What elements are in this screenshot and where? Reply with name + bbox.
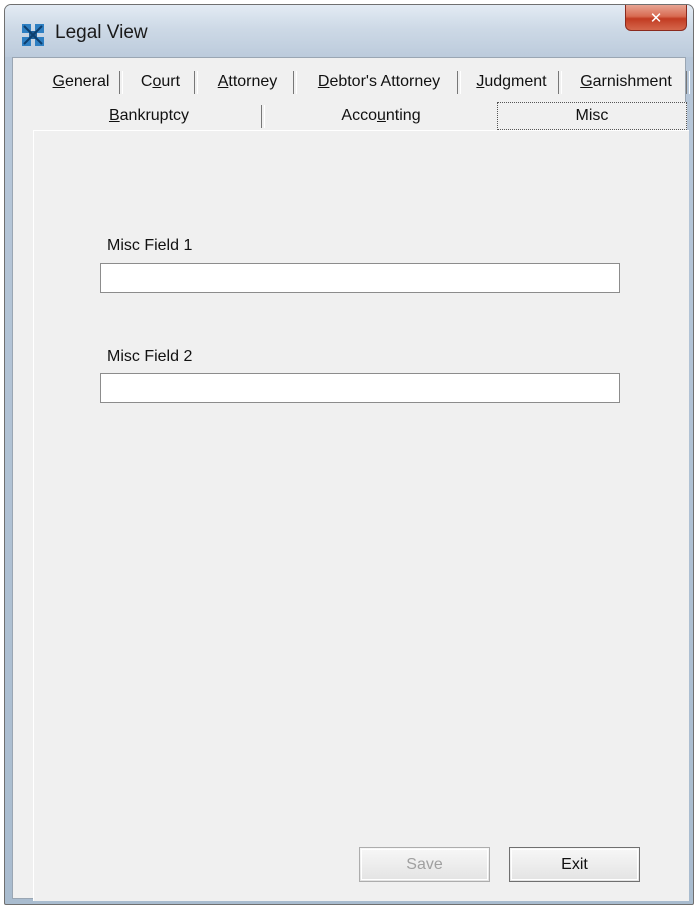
tab-row-1: General Court Attorney Debtor's Attorney…: [39, 68, 690, 96]
tab-label: Attorney: [217, 73, 278, 90]
window-title: Legal View: [55, 22, 148, 43]
tab-label: Debtor's Attorney: [317, 73, 441, 90]
access-key-letter: B: [108, 107, 120, 124]
tab-label: General: [52, 73, 110, 90]
tab-label: Accounting: [341, 107, 421, 124]
tab-misc[interactable]: Misc: [497, 102, 687, 130]
access-key-letter: G: [580, 73, 593, 90]
tab-row-2: Bankruptcy Accounting Misc: [33, 102, 687, 130]
title-bar[interactable]: Legal View ✕: [5, 5, 693, 57]
save-button[interactable]: Save: [359, 847, 490, 882]
tab-attorney[interactable]: Attorney: [198, 68, 297, 96]
access-key-letter: G: [52, 73, 65, 90]
app-icon: [22, 24, 44, 46]
tab-debtors-attorney[interactable]: Debtor's Attorney: [297, 68, 461, 96]
access-key-letter: o: [152, 73, 162, 90]
tab-general[interactable]: General: [39, 68, 123, 96]
tab-court[interactable]: Court: [123, 68, 198, 96]
access-key-letter: u: [376, 107, 386, 124]
access-key-letter: D: [317, 73, 330, 90]
misc-field-1-input[interactable]: [100, 263, 620, 293]
misc-field-1-label: Misc Field 1: [107, 237, 193, 254]
legal-view-window: Legal View ✕ General Court Attorney Debt…: [4, 4, 694, 905]
client-area: General Court Attorney Debtor's Attorney…: [12, 57, 690, 901]
exit-button[interactable]: Exit: [509, 847, 640, 882]
tab-accounting[interactable]: Accounting: [265, 102, 497, 130]
access-key-letter: J: [476, 73, 485, 90]
tab-label: Misc: [575, 107, 609, 124]
misc-field-2-label: Misc Field 2: [107, 348, 193, 365]
tab-label: Garnishment: [580, 73, 672, 90]
misc-field-2-input[interactable]: [100, 373, 620, 403]
save-button-label: Save: [406, 855, 443, 873]
tab-judgment[interactable]: Judgment: [461, 68, 562, 96]
tab-bankruptcy[interactable]: Bankruptcy: [33, 102, 265, 130]
tab-label: Judgment: [476, 73, 547, 90]
exit-button-label: Exit: [561, 855, 588, 873]
tab-garnishment[interactable]: Garnishment: [562, 68, 690, 96]
misc-tab-panel: Misc Field 1 Misc Field 2 Save Exit: [33, 130, 689, 901]
tab-label: Court: [140, 73, 181, 90]
close-button[interactable]: ✕: [625, 5, 687, 31]
tab-label: Bankruptcy: [108, 107, 190, 124]
close-icon: ✕: [649, 8, 663, 27]
access-key-letter: A: [217, 73, 229, 90]
